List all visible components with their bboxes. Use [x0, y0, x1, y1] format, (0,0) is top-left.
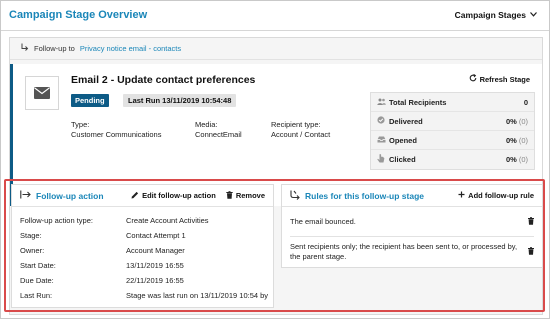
cursor-icon — [377, 154, 387, 165]
stat-label: Opened — [389, 135, 417, 145]
refresh-icon — [469, 73, 477, 84]
recipient-type-label: Recipient type: — [271, 120, 321, 129]
type-label: Type: — [71, 120, 90, 129]
last-run-badge: Last Run 13/11/2019 10:54:48 — [123, 94, 237, 107]
stat-value: 0% — [505, 116, 517, 126]
stat-count: (0) — [518, 135, 528, 145]
type-field: Type: Customer Communications — [71, 120, 161, 140]
refresh-stage-label: Refresh Stage — [479, 74, 530, 84]
rule-item: Sent recipients only; the recipient has … — [290, 242, 518, 261]
header-bar: Campaign Stage Overview Campaign Stages — [1, 1, 549, 31]
chevron-down-icon — [530, 11, 537, 19]
campaign-stage-window: Campaign Stage Overview Campaign Stages … — [0, 0, 550, 319]
users-icon — [377, 98, 387, 107]
campaign-stages-dropdown[interactable]: Campaign Stages — [455, 10, 537, 20]
delete-rule-icon[interactable] — [528, 247, 534, 255]
followup-rules-title: Rules for this follow-up stage — [305, 190, 425, 201]
inbox-icon — [377, 136, 387, 145]
field-label: Stage: — [20, 231, 42, 240]
stat-row-clicked: Clicked 0% (0) — [371, 150, 534, 169]
followup-prefix: Follow-up to — [34, 44, 75, 53]
check-icon — [377, 116, 387, 126]
followup-action-header: Follow-up action Edit follow-up action R… — [12, 185, 273, 207]
refresh-stage-button[interactable]: Refresh Stage — [469, 73, 530, 84]
field-value: Account Manager — [126, 246, 185, 255]
followup-rules-panel: Rules for this follow-up stage Add follo… — [281, 184, 543, 268]
field-label: Due Date: — [20, 276, 54, 285]
stat-count: (0) — [518, 155, 528, 164]
stat-count: (0) — [518, 116, 528, 126]
field-label: Owner: — [20, 246, 45, 255]
page-title: Campaign Stage Overview — [9, 9, 148, 21]
followup-action-panel: Follow-up action Edit follow-up action R… — [11, 184, 274, 308]
field-value: Contact Attempt 1 — [126, 231, 186, 240]
type-value: Customer Communications — [71, 130, 162, 139]
delete-rule-icon[interactable] — [528, 217, 534, 225]
rule-item: The email bounced. — [290, 217, 356, 226]
stat-label: Total Recipients — [389, 97, 447, 107]
followup-rules-header: Rules for this follow-up stage Add follo… — [282, 185, 542, 207]
media-field: Media: ConnectEmail — [195, 120, 242, 140]
add-followup-rule-label: Add follow-up rule — [468, 191, 534, 200]
media-value: ConnectEmail — [195, 130, 242, 139]
envelope-icon — [25, 76, 59, 110]
field-label: Last Run: — [20, 291, 53, 300]
pencil-icon — [131, 191, 139, 201]
stat-value: 0 — [523, 97, 528, 107]
followup-action-title: Follow-up action — [36, 190, 104, 201]
recipient-type-field: Recipient type: Account / Contact — [271, 120, 330, 140]
campaign-stages-label: Campaign Stages — [454, 10, 526, 20]
status-badge: Pending — [71, 94, 109, 107]
add-followup-rule-button[interactable]: Add follow-up rule — [458, 191, 534, 200]
rule-divider — [290, 236, 534, 237]
stat-label: Delivered — [389, 116, 423, 126]
recipient-type-value: Account / Contact — [271, 130, 331, 139]
field-value: Stage was last run on 13/11/2019 10:54 b… — [126, 291, 269, 300]
plus-icon — [458, 191, 465, 200]
stat-row-total: Total Recipients 0 — [371, 93, 534, 112]
stat-value: 0% — [505, 135, 517, 145]
stat-row-delivered: Delivered 0% (0) — [371, 112, 534, 131]
stat-row-opened: Opened 0% (0) — [371, 131, 534, 150]
followup-action-icon — [20, 190, 31, 201]
edit-followup-action-label: Edit follow-up action — [142, 191, 216, 200]
media-label: Media: — [195, 120, 218, 129]
field-label: Start Date: — [20, 261, 56, 270]
recipient-stats-table: Total Recipients 0 Delivered 0% (0) Open… — [370, 92, 535, 170]
field-value: Create Account Activities — [126, 216, 209, 225]
rules-flow-icon — [290, 190, 300, 202]
stat-value: 0% — [505, 155, 517, 164]
field-value: 13/11/2019 16:55 — [126, 261, 184, 270]
remove-followup-action-label: Remove — [235, 191, 265, 200]
followup-breadcrumb: Follow-up to Privacy notice email - cont… — [10, 38, 542, 60]
field-label: Follow-up action type: — [20, 216, 93, 225]
parent-stage-link[interactable]: Privacy notice email - contacts — [80, 44, 181, 53]
edit-followup-action-button[interactable]: Edit follow-up action — [131, 191, 216, 201]
stat-label: Clicked — [389, 155, 416, 164]
email-title: Email 2 - Update contact preferences — [71, 74, 256, 86]
field-value: 22/11/2019 16:55 — [126, 276, 184, 285]
trash-icon — [226, 190, 233, 201]
followup-arrow-icon — [20, 43, 29, 54]
remove-followup-action-button[interactable]: Remove — [226, 190, 265, 201]
